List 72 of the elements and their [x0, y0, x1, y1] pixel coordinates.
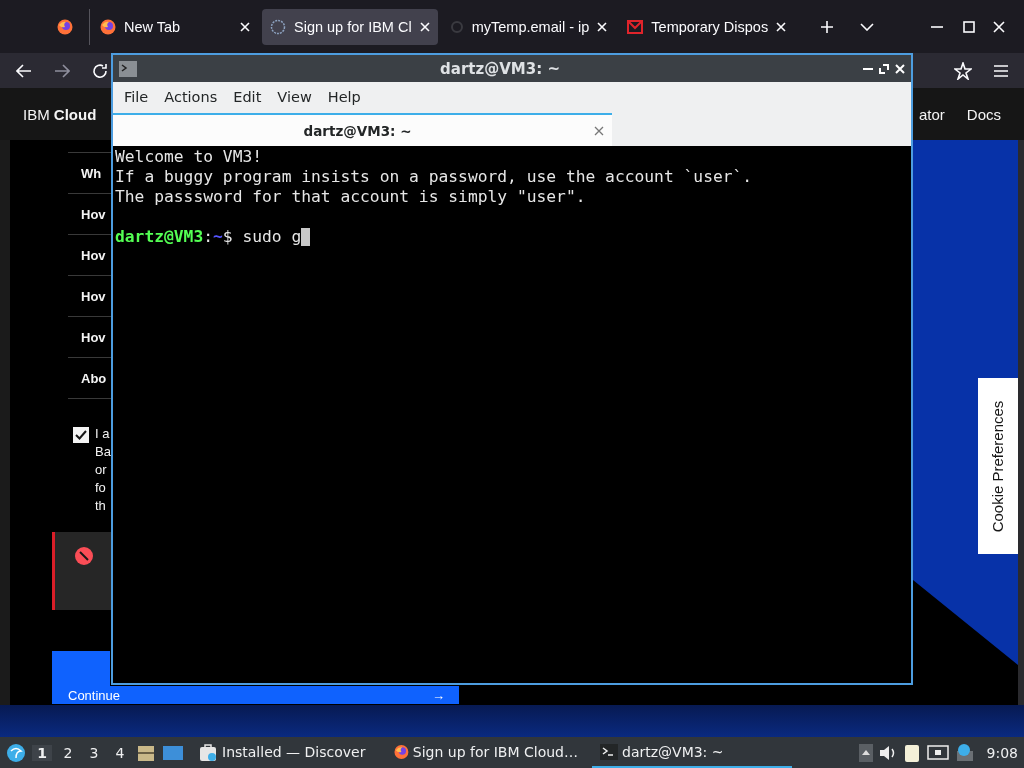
consent-text: or: [95, 461, 108, 479]
consent-text: Ba: [95, 443, 111, 461]
clipboard-icon[interactable]: [902, 742, 921, 763]
desktop-icon[interactable]: [162, 743, 184, 762]
forward-arrow-icon[interactable]: [54, 63, 70, 78]
terminal-screen[interactable]: Welcome to VM3! If a buggy program insists on a password, use the account `user`. The passsword for that account is simply "user". dartz@VM3:~$ sudo g: [113, 146, 911, 683]
shopping-bag-icon: [198, 741, 218, 762]
prompt-path: ~: [213, 227, 223, 247]
menu-item[interactable]: View: [269, 88, 320, 105]
firefox-icon: [100, 18, 116, 35]
nav-link[interactable]: Docs: [966, 105, 1001, 123]
browser-tab[interactable]: Temporary Dispos: [619, 8, 795, 45]
maximize-icon[interactable]: [963, 20, 975, 33]
error-icon: [74, 546, 94, 566]
app-launcher-icon[interactable]: [6, 742, 26, 763]
browser-tab[interactable]: New Tab: [92, 8, 258, 45]
workspace-switch[interactable]: 1: [32, 744, 52, 761]
command-text: $ sudo g: [222, 227, 302, 247]
menu-item[interactable]: Actions: [156, 88, 226, 105]
minimize-icon[interactable]: [931, 25, 943, 28]
notification-icon[interactable]: [954, 742, 975, 763]
brand-logo[interactable]: IBM Cloud: [23, 105, 97, 123]
nav-link[interactable]: ator: [918, 105, 945, 123]
accordion-title[interactable]: Hov: [81, 206, 106, 222]
network-icon[interactable]: [926, 743, 949, 762]
window-title: dartz@VM3: ~: [439, 59, 561, 78]
cookie-preferences-tab[interactable]: Cookie Preferences: [978, 378, 1018, 554]
menu-item[interactable]: Help: [319, 88, 369, 105]
firefox-icon: [56, 18, 73, 35]
text-cursor: [301, 228, 311, 246]
minimize-icon[interactable]: [863, 67, 873, 70]
browser-tab[interactable]: myTemp.email - ip: [441, 8, 616, 45]
menu-item[interactable]: File: [116, 88, 157, 105]
site-icon: [449, 19, 464, 34]
accordion-title[interactable]: Wh: [81, 165, 102, 181]
menu-item[interactable]: Edit: [225, 88, 270, 105]
continue-button[interactable]: Continue →: [52, 686, 459, 704]
accordion-title[interactable]: Abo: [81, 370, 107, 386]
taskbar-task[interactable]: Sign up for IBM Cloud…: [386, 737, 586, 768]
taskbar-task[interactable]: Installed — Discover: [190, 737, 380, 768]
maximize-icon[interactable]: [879, 63, 889, 74]
back-arrow-icon[interactable]: [16, 63, 32, 78]
firefox-icon: [394, 743, 409, 760]
envelope-icon: [627, 19, 644, 34]
terminal-output: If a buggy program insists on a password, use the account `user`.: [115, 167, 754, 187]
consent-text: I a: [95, 425, 111, 443]
workspace-switch[interactable]: 4: [110, 744, 130, 761]
prompt-separator: :: [203, 227, 214, 247]
globe-icon: [270, 18, 286, 35]
terminal-tab[interactable]: dartz@VM3: ~: [113, 113, 612, 146]
plus-icon[interactable]: [820, 19, 835, 34]
star-icon[interactable]: [954, 61, 972, 80]
consent-text: fo: [95, 479, 107, 497]
terminal-output: Welcome to VM3!: [115, 147, 264, 167]
workspace-switch[interactable]: 2: [58, 744, 78, 761]
consent-text: th: [95, 497, 107, 515]
workspace-switch[interactable]: 3: [84, 744, 104, 761]
browser-tab[interactable]: Sign up for IBM Cl: [262, 8, 438, 45]
reload-icon[interactable]: [92, 62, 108, 79]
checkbox[interactable]: [73, 427, 89, 443]
clock[interactable]: 9:08: [986, 744, 1018, 761]
taskbar-task[interactable]: dartz@VM3: ~: [592, 737, 792, 768]
terminal-output: The passsword for that account is simply "user".: [115, 187, 587, 207]
menu-icon[interactable]: [994, 64, 1008, 77]
chevron-down-icon[interactable]: [860, 22, 875, 31]
accordion-title[interactable]: Hov: [81, 247, 106, 263]
prompt-user: dartz@VM3: [115, 227, 204, 247]
accordion-title[interactable]: Hov: [81, 329, 106, 345]
accordion-title[interactable]: Hov: [81, 288, 106, 304]
terminal-icon: [119, 60, 137, 77]
speaker-icon[interactable]: [878, 744, 897, 761]
terminal-icon: [600, 743, 618, 760]
